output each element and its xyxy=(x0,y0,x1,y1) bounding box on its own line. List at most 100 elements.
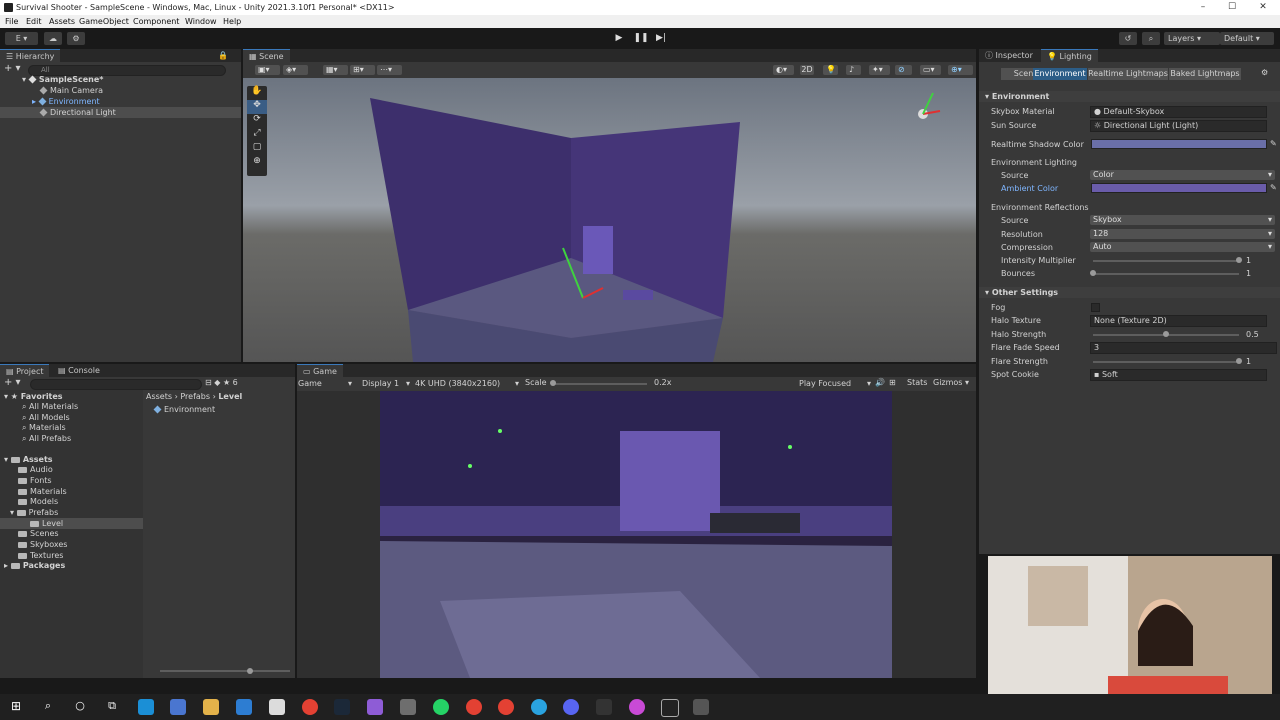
steam-icon[interactable] xyxy=(334,699,350,715)
folder-item[interactable]: Audio xyxy=(18,465,53,475)
halo-texture-field[interactable]: None (Texture 2D) xyxy=(1090,315,1267,327)
breadcrumb-item[interactable]: Prefabs xyxy=(180,392,210,401)
notion-icon[interactable] xyxy=(596,699,612,715)
other-settings-header[interactable]: ▾ Other Settings xyxy=(985,288,1058,297)
telegram-icon[interactable] xyxy=(531,699,547,715)
refl-source-dropdown[interactable]: Skybox ▾ xyxy=(1090,215,1275,225)
menu-file[interactable]: File xyxy=(5,17,18,26)
filter-type-icon[interactable]: ⊟ xyxy=(205,378,212,387)
hierarchy-item-light[interactable]: Directional Light xyxy=(39,108,116,118)
folder-item[interactable]: Skyboxes xyxy=(18,540,67,550)
intensity-knob[interactable] xyxy=(1236,257,1242,263)
bounces-value[interactable]: 1 xyxy=(1246,269,1251,278)
tab-scene[interactable]: ▦ Scene xyxy=(243,49,290,63)
folder-item[interactable]: Models xyxy=(18,497,58,507)
hierarchy-item-camera[interactable]: Main Camera xyxy=(39,86,103,96)
shadow-color-swatch[interactable] xyxy=(1091,139,1267,149)
search-icon[interactable]: ⌕ xyxy=(40,699,56,715)
app-icon[interactable] xyxy=(400,699,416,715)
halo-strength-knob[interactable] xyxy=(1163,331,1169,337)
search-icon[interactable]: ⌕ xyxy=(1142,32,1160,45)
gizmos-button[interactable]: Gizmos ▾ xyxy=(933,378,969,387)
increment-dropdown[interactable]: ⋯▾ xyxy=(377,65,402,75)
favorites-header[interactable]: ▾ ★ Favorites xyxy=(4,392,63,402)
effects-dropdown[interactable]: ✦▾ xyxy=(869,65,890,75)
favorite-item[interactable]: ⌕ All Materials xyxy=(22,402,78,412)
shortcuts-icon[interactable]: ⊞ xyxy=(889,378,896,387)
compression-dropdown[interactable]: Auto ▾ xyxy=(1090,242,1275,252)
menu-window[interactable]: Window xyxy=(185,17,217,26)
account-button[interactable]: E ▾ xyxy=(5,32,38,45)
scale-tool-icon[interactable]: ⤢ xyxy=(247,128,267,142)
menu-edit[interactable]: Edit xyxy=(26,17,42,26)
packages-header[interactable]: ▸ Packages xyxy=(4,561,65,571)
hierarchy-item-scene[interactable]: ▾ SampleScene* xyxy=(22,75,103,85)
subtab-baked-lightmaps[interactable]: Baked Lightmaps xyxy=(1169,68,1241,80)
folder-item[interactable]: ▾ Prefabs xyxy=(10,508,58,518)
mute-icon[interactable]: 🔊 xyxy=(875,378,885,387)
settings-icon[interactable]: ⚙ xyxy=(1261,68,1268,77)
game-mode-dropdown[interactable]: Game ▾ xyxy=(298,378,354,389)
scale-knob[interactable] xyxy=(550,380,556,386)
eyedropper-icon[interactable]: ✎ xyxy=(1270,183,1277,192)
rotate-tool-icon[interactable]: ⟳ xyxy=(247,114,267,128)
lighting-toggle-icon[interactable]: 💡 xyxy=(823,65,838,75)
step-button[interactable]: ▶| xyxy=(653,32,669,45)
spot-cookie-field[interactable]: ▪ Soft xyxy=(1090,369,1267,381)
resolution-dropdown[interactable]: 128 ▾ xyxy=(1090,229,1275,239)
intensity-slider[interactable] xyxy=(1093,260,1239,262)
grid-dropdown[interactable]: ▦▾ xyxy=(323,65,348,75)
sun-source-field[interactable]: ☼ Directional Light (Light) xyxy=(1090,120,1267,132)
halo-strength-value[interactable]: 0.5 xyxy=(1246,330,1259,339)
flare-strength-value[interactable]: 1 xyxy=(1246,357,1251,366)
cortana-icon[interactable]: ○ xyxy=(72,699,88,715)
rect-tool-icon[interactable]: ▢ xyxy=(247,142,267,156)
unity-icon[interactable] xyxy=(693,699,709,715)
folder-item-selected[interactable]: Level xyxy=(30,519,63,529)
favorite-item[interactable]: ⌕ All Prefabs xyxy=(22,434,71,444)
hand-tool-icon[interactable]: ✋ xyxy=(247,86,267,100)
app-icon[interactable] xyxy=(661,699,679,717)
project-search[interactable] xyxy=(30,379,202,390)
transform-tool-icon[interactable]: ⊕ xyxy=(247,156,267,170)
assets-header[interactable]: ▾ Assets xyxy=(4,455,53,465)
tab-console[interactable]: ▤ Console xyxy=(52,364,106,377)
project-add-icon[interactable]: + ▾ xyxy=(4,377,21,388)
tab-hierarchy[interactable]: ☰ Hierarchy xyxy=(0,49,61,63)
toggle-2d-button[interactable]: 2D xyxy=(800,65,814,75)
flare-strength-knob[interactable] xyxy=(1236,358,1242,364)
lock-icon[interactable]: 🔒 xyxy=(218,51,228,60)
menu-assets[interactable]: Assets xyxy=(49,17,75,26)
add-icon[interactable]: + ▾ xyxy=(4,63,21,74)
collab-icon[interactable]: ⚙ xyxy=(67,32,85,45)
ambient-color-swatch[interactable] xyxy=(1091,183,1267,193)
pivot-dropdown[interactable]: ◈▾ xyxy=(283,65,308,75)
display-dropdown[interactable]: Display 1 ▾ xyxy=(362,378,410,389)
scene-viewport[interactable]: ✋ ✥ ⟳ ⤢ ▢ ⊕ xyxy=(243,78,976,362)
layers-dropdown[interactable]: Layers ▾ xyxy=(1164,32,1220,45)
tab-game[interactable]: ▭ Game xyxy=(297,364,343,378)
play-focus-dropdown[interactable]: Play Focused ▾ xyxy=(799,378,871,389)
subtab-realtime-lightmaps[interactable]: Realtime Lightmaps xyxy=(1088,68,1168,80)
edge-icon[interactable] xyxy=(138,699,154,715)
task-view-icon[interactable]: ⧉ xyxy=(104,699,120,715)
eyedropper-icon[interactable]: ✎ xyxy=(1270,139,1277,148)
environment-header[interactable]: ▾ Environment xyxy=(985,92,1049,101)
tab-lighting[interactable]: 💡 Lighting xyxy=(1041,49,1098,63)
move-tool-icon[interactable]: ✥ xyxy=(247,100,267,114)
bounces-knob[interactable] xyxy=(1090,270,1096,276)
layout-dropdown[interactable]: Default ▾ xyxy=(1220,32,1274,45)
menu-gameobject[interactable]: GameObject xyxy=(79,17,129,26)
app-icon[interactable] xyxy=(629,699,645,715)
transform-tool-dropdown[interactable]: ▣▾ xyxy=(255,65,280,75)
icon-size-knob[interactable] xyxy=(247,668,253,674)
chrome-icon[interactable] xyxy=(302,699,318,715)
flare-fade-field[interactable]: 3 xyxy=(1090,342,1277,354)
skybox-field[interactable]: ● Default-Skybox xyxy=(1090,106,1267,118)
explorer-icon[interactable] xyxy=(203,699,219,715)
stats-button[interactable]: Stats xyxy=(907,378,927,387)
whatsapp-icon[interactable] xyxy=(433,699,449,715)
hidden-toggle-icon[interactable]: ⊘ xyxy=(895,65,912,75)
folder-item[interactable]: Scenes xyxy=(18,529,59,539)
favorite-icon[interactable]: ★ xyxy=(223,378,230,387)
